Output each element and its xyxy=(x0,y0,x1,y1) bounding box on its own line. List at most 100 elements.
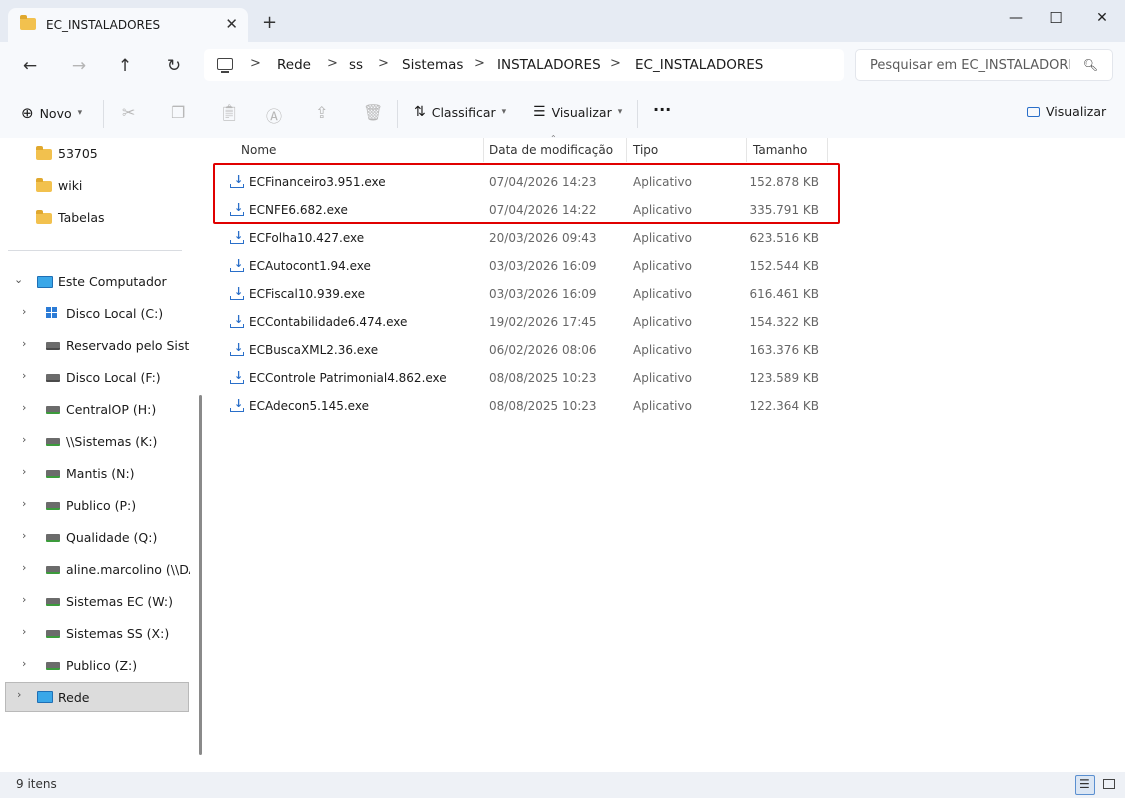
installer-icon: ↓ xyxy=(230,313,244,328)
sidebar-item-este-computador[interactable]: ⌄ Este Computador xyxy=(0,268,190,294)
chevron-right-icon[interactable]: › xyxy=(22,337,26,350)
new-button[interactable]: ⊕ Novo ▾ xyxy=(21,104,82,122)
column-divider[interactable] xyxy=(746,138,747,162)
chevron-down-icon[interactable]: ⌄ xyxy=(14,273,23,286)
tab-ec-instaladores[interactable]: EC_INSTALADORES ✕ xyxy=(8,8,248,42)
delete-icon[interactable]: 🗑︎ xyxy=(363,103,383,122)
file-name: ECAutocont1.94.exe xyxy=(249,259,371,273)
more-options-button[interactable]: ··· xyxy=(653,100,671,119)
sidebar-item-reservado[interactable]: › Reservado pelo Sistema xyxy=(0,332,190,358)
table-row[interactable]: ↓ ECFolha10.427.exe 20/03/2026 09:43 Apl… xyxy=(227,224,827,252)
forward-button[interactable]: → xyxy=(64,54,94,78)
share-icon[interactable]: ⇪ xyxy=(315,103,328,122)
tiles-view-button[interactable] xyxy=(1099,775,1119,795)
breadcrumb-instaladores[interactable]: INSTALADORES xyxy=(497,57,601,73)
chevron-right-icon[interactable]: › xyxy=(22,657,26,670)
breadcrumb-ec-instaladores[interactable]: EC_INSTALADORES xyxy=(635,57,763,73)
sort-button[interactable]: ⇅ Classificar ▾ xyxy=(414,104,506,120)
chevron-right-icon[interactable]: › xyxy=(22,305,26,318)
chevron-right-icon[interactable]: › xyxy=(17,688,21,701)
sidebar-item-drive-f[interactable]: › Disco Local (F:) xyxy=(0,364,190,390)
file-type: Aplicativo xyxy=(633,315,692,329)
chevron-right-icon: > xyxy=(610,56,621,71)
details-pane-button[interactable]: Visualizar xyxy=(1027,104,1106,119)
sidebar-item-wiki[interactable]: wiki xyxy=(0,172,190,198)
sidebar-item-drive-q[interactable]: › Qualidade (Q:) xyxy=(0,524,190,550)
column-header-type[interactable]: Tipo xyxy=(633,143,658,157)
chevron-right-icon[interactable]: › xyxy=(22,433,26,446)
chevron-right-icon: > xyxy=(327,56,338,71)
table-row[interactable]: ↓ ECBuscaXML2.36.exe 06/02/2026 08:06 Ap… xyxy=(227,336,827,364)
address-bar[interactable]: > Rede > ss > Sistemas > INSTALADORES > … xyxy=(204,49,844,81)
sidebar-item-tabelas[interactable]: Tabelas xyxy=(0,204,190,230)
sidebar-item-drive-h[interactable]: › CentralOP (H:) xyxy=(0,396,190,422)
sidebar-item-label: \\Sistemas (K:) xyxy=(66,434,158,449)
details-pane-icon xyxy=(1027,106,1040,117)
chevron-right-icon[interactable]: › xyxy=(22,497,26,510)
cut-icon[interactable]: ✂ xyxy=(122,103,135,122)
file-size: 623.516 KB xyxy=(749,231,819,245)
copy-icon[interactable]: ❐ xyxy=(171,103,185,122)
sidebar-item-drive-w[interactable]: › Sistemas EC (W:) xyxy=(0,588,190,614)
column-header-size[interactable]: Tamanho xyxy=(753,143,807,157)
file-date: 03/03/2026 16:09 xyxy=(489,259,597,273)
sidebar-item-label: Publico (Z:) xyxy=(66,658,138,673)
chevron-right-icon[interactable]: › xyxy=(22,401,26,414)
chevron-down-icon: ▾ xyxy=(77,108,83,118)
table-row[interactable]: ↓ ECContabilidade6.474.exe 19/02/2026 17… xyxy=(227,308,827,336)
column-divider[interactable] xyxy=(483,138,484,162)
sidebar-item-drive-n[interactable]: › Mantis (N:) xyxy=(0,460,190,486)
column-header-name[interactable]: Nome xyxy=(241,143,276,157)
details-view-button[interactable]: ☰ xyxy=(1075,775,1095,795)
breadcrumb-ss[interactable]: ss xyxy=(349,57,363,73)
chevron-right-icon[interactable]: › xyxy=(22,465,26,478)
sidebar-item-label: 53705 xyxy=(58,146,98,161)
toolbar-divider xyxy=(637,100,638,128)
sidebar-item-drive-p[interactable]: › Publico (P:) xyxy=(0,492,190,518)
sidebar-item-label: wiki xyxy=(58,178,83,193)
details-pane-label: Visualizar xyxy=(1046,104,1107,119)
sidebar-item-label: CentralOP (H:) xyxy=(66,402,157,417)
view-button[interactable]: ☰ Visualizar ▾ xyxy=(533,104,622,120)
toolbar-divider xyxy=(103,100,104,128)
table-row[interactable]: ↓ ECAutocont1.94.exe 03/03/2026 16:09 Ap… xyxy=(227,252,827,280)
breadcrumb-rede[interactable]: Rede xyxy=(277,57,311,73)
navigation-bar: ← → ↑ ↻ > Rede > ss > Sistemas > INSTALA… xyxy=(0,42,1125,90)
paste-icon[interactable]: 📋︎ xyxy=(219,103,239,122)
column-header-date[interactable]: Data de modificação xyxy=(489,143,613,157)
search-input[interactable]: Pesquisar em EC_INSTALADORES 🔍︎ xyxy=(855,49,1113,81)
installer-icon: ↓ xyxy=(230,369,244,384)
command-bar: ⊕ Novo ▾ ✂ ❐ 📋︎ Ⓐ ⇪ 🗑︎ ⇅ Classificar ▾ ☰… xyxy=(0,90,1125,139)
table-row[interactable]: ↓ ECAdecon5.145.exe 08/08/2025 10:23 Apl… xyxy=(227,392,827,420)
refresh-button[interactable]: ↻ xyxy=(159,54,189,78)
chevron-right-icon[interactable]: › xyxy=(22,593,26,606)
sidebar-item-drive-k[interactable]: › \\Sistemas (K:) xyxy=(0,428,190,454)
sidebar-item-drive-x[interactable]: › Sistemas SS (X:) xyxy=(0,620,190,646)
chevron-right-icon[interactable]: › xyxy=(22,529,26,542)
back-button[interactable]: ← xyxy=(15,54,45,78)
breadcrumb-sistemas[interactable]: Sistemas xyxy=(402,57,463,73)
table-row[interactable]: ↓ ECFiscal10.939.exe 03/03/2026 16:09 Ap… xyxy=(227,280,827,308)
sidebar-item-label: Sistemas EC (W:) xyxy=(66,594,174,609)
maximize-button[interactable]: ☐ xyxy=(1033,6,1079,30)
sidebar-item-label: Disco Local (F:) xyxy=(66,370,161,385)
up-button[interactable]: ↑ xyxy=(110,54,140,78)
rename-icon[interactable]: Ⓐ xyxy=(266,103,282,127)
chevron-right-icon[interactable]: › xyxy=(22,625,26,638)
column-divider[interactable] xyxy=(827,138,828,162)
table-row[interactable]: ↓ ECControle Patrimonial4.862.exe 08/08/… xyxy=(227,364,827,392)
close-window-button[interactable]: ✕ xyxy=(1079,6,1125,30)
tab-close-icon[interactable]: ✕ xyxy=(225,15,238,33)
sidebar-item-drive-c[interactable]: › Disco Local (C:) xyxy=(0,300,190,326)
sidebar-item-drive-z[interactable]: › Publico (Z:) xyxy=(0,652,190,678)
sidebar-item-53705[interactable]: 53705 xyxy=(0,140,190,166)
chevron-right-icon[interactable]: › xyxy=(22,561,26,574)
sidebar-scrollbar[interactable] xyxy=(199,395,202,755)
column-divider[interactable] xyxy=(626,138,627,162)
chevron-right-icon[interactable]: › xyxy=(22,369,26,382)
new-tab-button[interactable]: + xyxy=(262,12,277,33)
sidebar-item-aline-marcolino[interactable]: › aline.marcolino (\\DATA xyxy=(0,556,190,582)
file-size: 123.589 KB xyxy=(749,371,819,385)
sidebar-item-rede[interactable]: › Rede xyxy=(5,682,189,712)
file-date: 20/03/2026 09:43 xyxy=(489,231,597,245)
